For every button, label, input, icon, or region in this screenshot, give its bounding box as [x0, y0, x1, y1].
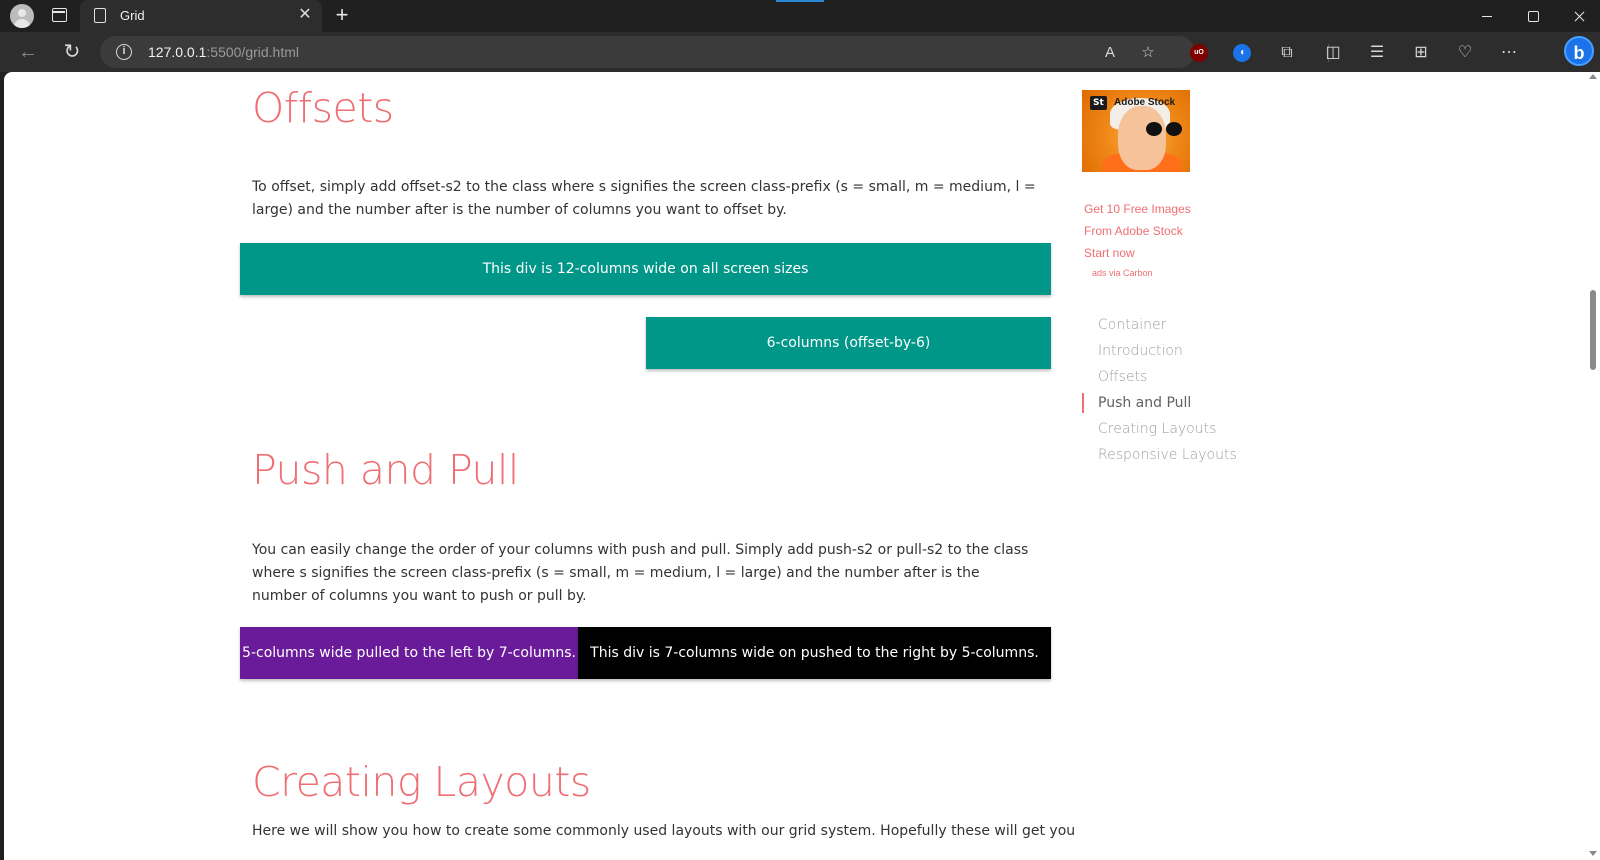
adobe-stock-brand: Adobe Stock [1114, 97, 1176, 108]
push-pull-heading: Push and Pull [252, 446, 519, 494]
collections-icon[interactable]: ⊞ [1410, 42, 1432, 64]
title-indicator [776, 0, 824, 2]
reload-icon[interactable]: ↻ [56, 36, 88, 68]
audio-extension-icon[interactable]: ◖ [1233, 44, 1251, 62]
creating-layouts-heading: Creating Layouts [252, 758, 591, 806]
split-screen-icon[interactable]: ◫ [1322, 42, 1344, 64]
ad-line-3[interactable]: Start now [1084, 242, 1224, 264]
box-pull-7: 5-columns wide pulled to the left by 7-c… [240, 627, 578, 679]
toc-item-introduction[interactable]: Introduction [1082, 338, 1282, 364]
minimize-button[interactable] [1464, 0, 1510, 32]
tab-title: Grid [120, 8, 145, 23]
bing-copilot-icon[interactable]: b [1564, 36, 1594, 66]
table-of-contents: Container Introduction Offsets Push and … [1082, 312, 1282, 468]
toc-item-responsive-layouts[interactable]: Responsive Layouts [1082, 442, 1282, 468]
ads-via-carbon-link[interactable]: ads via Carbon [1092, 268, 1153, 278]
title-bar: Grid ✕ + [0, 0, 1600, 32]
push-pull-paragraph: You can easily change the order of your … [252, 542, 1029, 604]
performance-heart-icon[interactable]: ♡ [1454, 42, 1476, 64]
scrollbar-thumb[interactable] [1590, 290, 1596, 370]
page-viewport: Offsets To offset, simply add offset-s2 … [4, 72, 1600, 860]
back-arrow-icon[interactable]: ← [12, 36, 44, 68]
url-text[interactable]: 127.0.0.1:5500/grid.html [148, 44, 299, 60]
read-aloud-icon[interactable]: A [1100, 43, 1120, 63]
tab-actions-icon[interactable] [52, 8, 67, 22]
ad-sunglasses-right [1166, 122, 1182, 136]
adobe-stock-logo: St [1090, 96, 1107, 110]
ad-figure-face [1118, 106, 1166, 170]
address-bar[interactable]: i 127.0.0.1:5500/grid.html A ☆ [100, 36, 1195, 68]
scroll-down-arrow-icon[interactable] [1589, 851, 1597, 856]
toc-item-container[interactable]: Container [1082, 312, 1282, 338]
tab-close-icon[interactable]: ✕ [296, 6, 314, 24]
box-push-5: This div is 7-columns wide on pushed to … [578, 627, 1051, 679]
toc-item-offsets[interactable]: Offsets [1082, 364, 1282, 390]
url-path: :5500/grid.html [206, 44, 299, 60]
tab-grid[interactable]: Grid ✕ [80, 0, 322, 32]
close-window-button[interactable] [1556, 0, 1600, 32]
site-info-icon[interactable]: i [116, 44, 132, 60]
favorites-icon[interactable]: ☰ [1366, 42, 1388, 64]
url-host: 127.0.0.1 [148, 44, 207, 60]
ad-line-1[interactable]: Get 10 Free Images [1084, 198, 1224, 220]
box-offset-6: 6-columns (offset-by-6) [646, 317, 1051, 369]
page-content: Offsets To offset, simply add offset-s2 … [4, 72, 1584, 860]
toc-item-creating-layouts[interactable]: Creating Layouts [1082, 416, 1282, 442]
new-tab-icon[interactable]: + [330, 3, 354, 27]
vertical-scrollbar[interactable] [1586, 72, 1600, 860]
offsets-paragraph: To offset, simply add offset-s2 to the c… [252, 179, 1036, 218]
box-12-columns: This div is 12-columns wide on all scree… [240, 243, 1051, 295]
toc-item-push-and-pull[interactable]: Push and Pull [1082, 390, 1282, 416]
ad-line-2[interactable]: From Adobe Stock [1084, 220, 1224, 242]
ad-text[interactable]: Get 10 Free Images From Adobe Stock Star… [1084, 198, 1224, 264]
browser-toolbar: ← ↻ i 127.0.0.1:5500/grid.html A ☆ uO ◖ … [0, 32, 1600, 72]
scroll-up-arrow-icon[interactable] [1589, 74, 1597, 79]
more-menu-icon[interactable]: ⋯ [1498, 42, 1520, 64]
adobe-stock-ad-image[interactable]: St Adobe Stock [1082, 90, 1190, 172]
ad-sunglasses-left [1146, 122, 1162, 136]
ublock-origin-icon[interactable]: uO [1190, 44, 1208, 62]
file-icon [94, 8, 106, 23]
favorite-star-icon[interactable]: ☆ [1138, 43, 1158, 63]
creating-layouts-paragraph: Here we will show you how to create some… [252, 823, 1076, 839]
restore-button[interactable] [1510, 0, 1556, 32]
extensions-puzzle-icon[interactable]: ⧉ [1276, 42, 1298, 64]
offsets-heading: Offsets [252, 84, 394, 132]
profile-avatar-icon[interactable] [10, 4, 34, 28]
